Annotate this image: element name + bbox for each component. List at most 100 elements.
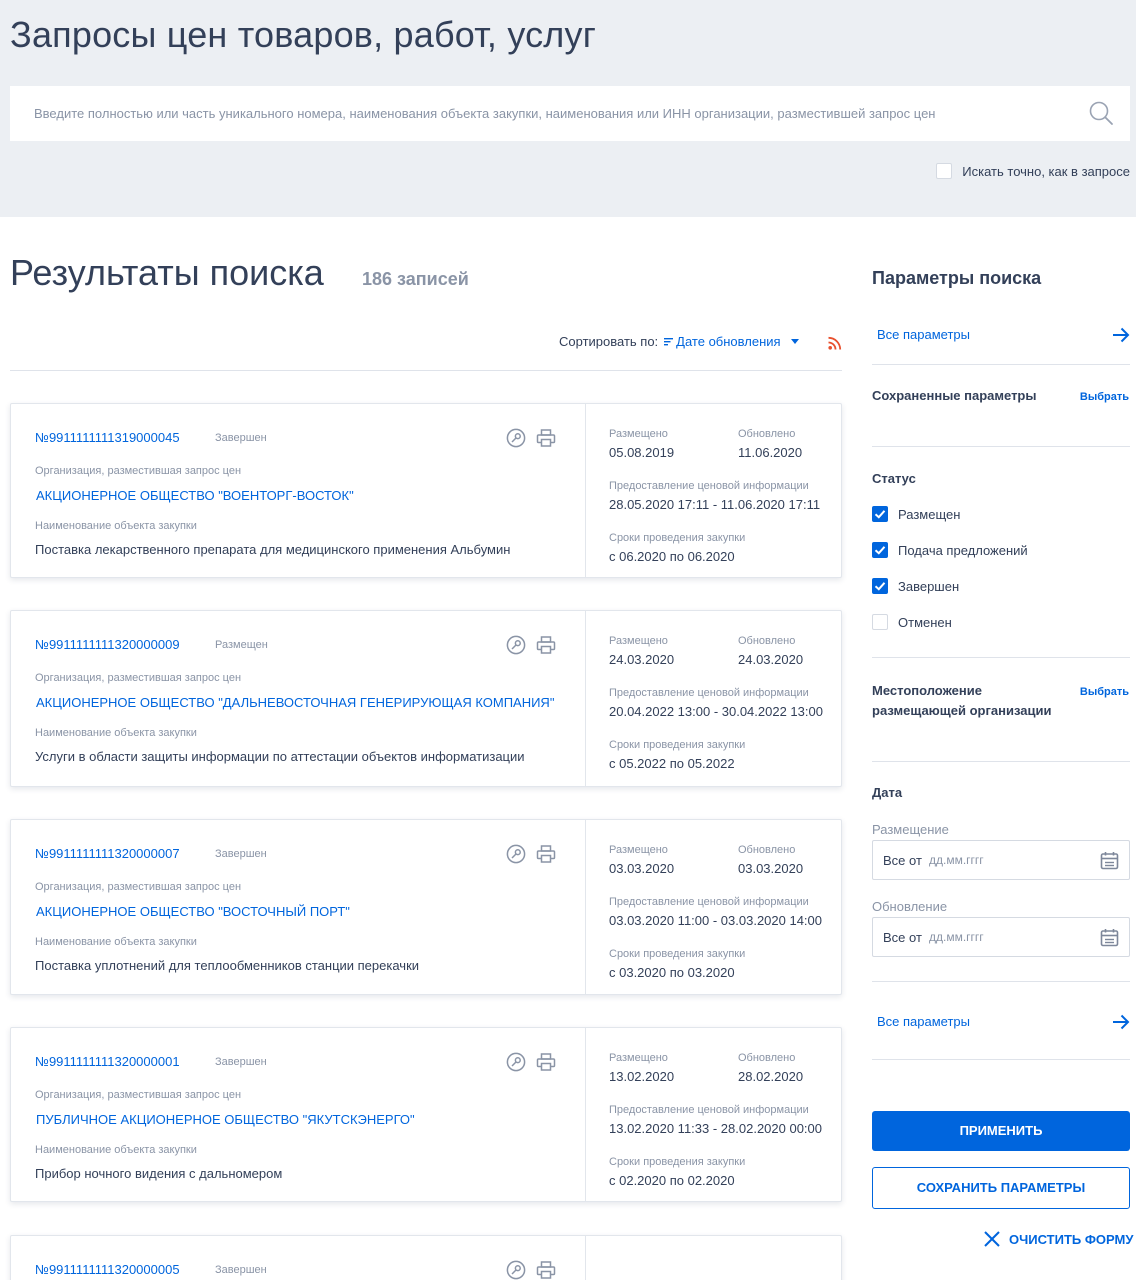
object-label: Наименование объекта закупки <box>35 1144 197 1156</box>
object-name: Поставка уплотнений для теплообменников … <box>35 958 420 973</box>
object-name: Прибор ночного видения с дальномером <box>35 1166 283 1181</box>
search-placeholder: Введите полностью или часть уникального … <box>34 106 936 121</box>
status-checkbox[interactable] <box>872 578 888 594</box>
price-info-period: 28.05.2020 17:11 - 11.06.2020 17:11 <box>609 497 821 512</box>
org-label: Организация, разместившая запрос цен <box>35 465 242 477</box>
status-checkbox[interactable] <box>872 614 888 630</box>
status-checkbox[interactable] <box>872 542 888 558</box>
org-link[interactable]: АКЦИОНЕРНОЕ ОБЩЕСТВО "ДАЛЬНЕВОСТОЧНАЯ ГЕ… <box>36 695 554 710</box>
terms-label: Сроки проведения закупки <box>609 948 746 960</box>
status-label: Размещен <box>898 506 961 522</box>
arrow-right-icon[interactable] <box>1112 1014 1130 1030</box>
location-choose-link[interactable]: Выбрать <box>1080 686 1129 698</box>
exact-search-label: Искать точно, как в запросе <box>962 163 1130 179</box>
org-link[interactable]: ПУБЛИЧНОЕ АКЦИОНЕРНОЕ ОБЩЕСТВО "ЯКУТСКЭН… <box>36 1112 415 1127</box>
results-title: Результаты поиска <box>10 252 324 293</box>
sort-icon <box>664 338 674 346</box>
card-main: №9911111111320000001 Завершен Организация,… <box>11 1028 586 1201</box>
status-label: Отменен <box>898 614 952 630</box>
price-info-label: Предоставление ценовой информации <box>609 896 809 908</box>
key-icon[interactable] <box>506 428 526 448</box>
updated-date: 28.02.2020 <box>738 1069 804 1084</box>
card-status: Завершен <box>215 1264 267 1276</box>
divider <box>10 370 842 371</box>
object-label: Наименование объекта закупки <box>35 520 197 532</box>
updated-date: 11.06.2020 <box>738 445 803 460</box>
chevron-down-icon <box>790 339 799 344</box>
org-label: Организация, разместившая запрос цен <box>35 881 242 893</box>
calendar-icon[interactable] <box>1100 851 1119 870</box>
updated-date: 03.03.2020 <box>738 861 804 876</box>
status-option[interactable]: Завершен <box>872 578 959 594</box>
print-icon[interactable] <box>536 428 556 448</box>
status-option[interactable]: Отменен <box>872 614 952 630</box>
terms-label: Сроки проведения закупки <box>609 532 746 544</box>
price-info-label: Предоставление ценовой информации <box>609 687 809 699</box>
placed-label: Размещено <box>609 1052 668 1064</box>
divider <box>872 657 1130 658</box>
search-icon[interactable] <box>1088 100 1114 126</box>
object-name: Услуги в области защиты информации по ат… <box>35 749 525 764</box>
print-icon[interactable] <box>536 1052 556 1072</box>
divider <box>872 1059 1130 1060</box>
price-info-period: 13.02.2020 11:33 - 28.02.2020 00:00 <box>609 1121 823 1136</box>
card-number-link[interactable]: №9911111111319000045 <box>35 430 180 445</box>
status-checkbox[interactable] <box>872 506 888 522</box>
key-icon[interactable] <box>506 635 526 655</box>
status-option[interactable]: Размещен <box>872 506 960 522</box>
sort-dropdown[interactable]: Дате обновления <box>664 334 799 349</box>
key-icon[interactable] <box>506 1260 526 1280</box>
all-params-link-top[interactable]: Все параметры <box>877 327 970 342</box>
print-icon[interactable] <box>536 844 556 864</box>
calendar-icon[interactable] <box>1100 928 1119 947</box>
exact-search-checkbox[interactable] <box>936 163 953 179</box>
terms-label: Сроки проведения закупки <box>609 1156 746 1168</box>
saved-params-choose-link[interactable]: Выбрать <box>1080 391 1129 403</box>
rss-icon[interactable] <box>828 336 842 350</box>
divider <box>872 761 1130 762</box>
print-icon[interactable] <box>536 1260 556 1280</box>
result-card: №9911111111319000045 Завершен Организация,… <box>10 403 842 578</box>
card-number-link[interactable]: №9911111111320000009 <box>35 637 180 652</box>
placement-date-field[interactable]: Все от дд.мм.гггг <box>872 840 1130 880</box>
price-info-label: Предоставление ценовой информации <box>609 1104 809 1116</box>
apply-button[interactable]: ПРИМЕНИТЬ <box>872 1111 1130 1151</box>
status-option[interactable]: Подача предложений <box>872 542 1028 558</box>
price-info-period: 03.03.2020 11:00 - 03.03.2020 14:00 <box>609 913 823 928</box>
key-icon[interactable] <box>506 844 526 864</box>
card-number-link[interactable]: №9911111111320000001 <box>35 1054 180 1069</box>
updated-label: Обновлено <box>738 844 796 856</box>
close-icon <box>984 1231 1000 1247</box>
divider <box>872 364 1130 365</box>
card-main: №9911111111320000005 Завершен <box>11 1236 586 1280</box>
org-link[interactable]: АКЦИОНЕРНОЕ ОБЩЕСТВО "ВОСТОЧНЫЙ ПОРТ" <box>36 904 350 919</box>
object-name: Поставка лекарственного препарата для ме… <box>35 542 511 557</box>
arrow-right-icon[interactable] <box>1112 327 1130 343</box>
page-title: Запросы цен товаров, работ, услуг <box>10 14 597 55</box>
status-label: Подача предложений <box>898 542 1028 558</box>
key-icon[interactable] <box>506 1052 526 1072</box>
print-icon[interactable] <box>536 635 556 655</box>
org-link[interactable]: АКЦИОНЕРНОЕ ОБЩЕСТВО "ВОЕНТОРГ-ВОСТОК" <box>36 488 354 503</box>
object-label: Наименование объекта закупки <box>35 727 197 739</box>
clear-form-button[interactable]: ОЧИСТИТЬ ФОРМУ <box>983 1230 1133 1248</box>
card-main: №9911111111319000045 Завершен Организация,… <box>11 404 586 577</box>
updated-label: Обновлено <box>738 1052 796 1064</box>
search-input[interactable]: Введите полностью или часть уникального … <box>10 86 1130 141</box>
updated-label: Обновлено <box>738 635 796 647</box>
card-status: Завершен <box>215 848 267 860</box>
result-card: №9911111111320000007 Завершен Организация,… <box>10 819 842 995</box>
save-params-button[interactable]: СОХРАНИТЬ ПАРАМЕТРЫ <box>872 1167 1130 1209</box>
all-params-link-bottom[interactable]: Все параметры <box>877 1014 970 1029</box>
divider <box>872 981 1130 982</box>
page-header: Запросы цен товаров, работ, услуг Введит… <box>0 0 1136 217</box>
saved-params-title: Сохраненные параметры <box>872 388 1037 403</box>
exact-search-option[interactable]: Искать точно, как в запросе <box>936 163 1130 179</box>
status-label: Завершен <box>898 578 960 594</box>
clear-form-label: ОЧИСТИТЬ ФОРМУ <box>1009 1231 1134 1247</box>
update-date-field[interactable]: Все от дд.мм.гггг <box>872 917 1130 957</box>
card-number-link[interactable]: №9911111111320000005 <box>35 1262 180 1277</box>
placed-label: Размещено <box>609 635 668 647</box>
card-number-link[interactable]: №9911111111320000007 <box>35 846 180 861</box>
card-status: Завершен <box>215 432 267 444</box>
